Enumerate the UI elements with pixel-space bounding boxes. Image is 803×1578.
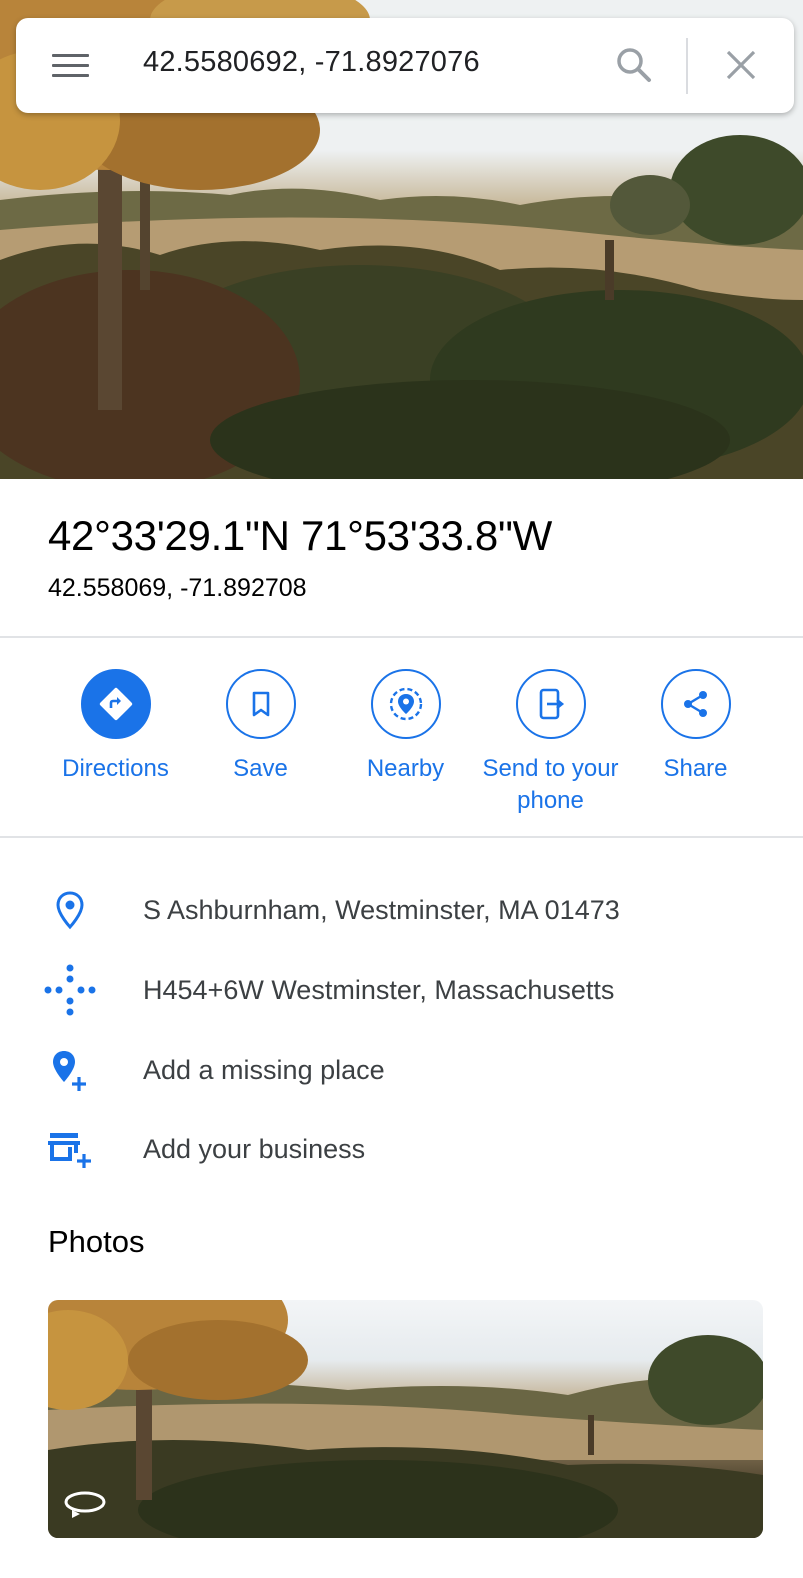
address-text: S Ashburnham, Westminster, MA 01473 <box>143 895 620 925</box>
plus-code-icon <box>44 964 96 1016</box>
nearby-icon <box>370 669 441 739</box>
add-place-icon <box>44 1046 96 1094</box>
add-business-icon <box>44 1125 96 1173</box>
send-to-phone-button[interactable]: Send to your phone <box>478 669 623 817</box>
photos-heading: Photos <box>48 1224 145 1259</box>
plus-code-row[interactable]: H454+6W Westminster, Massachusetts <box>0 960 803 1020</box>
action-label: Directions <box>62 755 169 782</box>
divider <box>0 636 803 638</box>
directions-icon <box>80 669 151 739</box>
add-business-row[interactable]: Add your business <box>0 1119 803 1179</box>
close-icon[interactable] <box>724 48 758 87</box>
panorama-360-icon <box>62 1488 108 1525</box>
nearby-button[interactable]: Nearby <box>333 669 478 785</box>
share-icon <box>660 669 731 739</box>
location-pin-icon <box>44 886 96 934</box>
divider <box>0 836 803 838</box>
add-business-text: Add your business <box>143 1134 366 1164</box>
add-missing-place-row[interactable]: Add a missing place <box>0 1040 803 1100</box>
bookmark-icon <box>225 669 296 739</box>
action-label: Save <box>233 755 288 782</box>
street-view-thumbnail[interactable] <box>48 1300 763 1538</box>
plus-code-text: H454+6W Westminster, Massachusetts <box>143 975 615 1005</box>
address-row[interactable]: S Ashburnham, Westminster, MA 01473 <box>0 880 803 940</box>
place-decimal-coordinates: 42.558069, -71.892708 <box>48 574 307 602</box>
send-to-phone-icon <box>515 669 586 739</box>
search-input[interactable]: 42.5580692, -71.8927076 <box>143 46 480 79</box>
action-label: Send to your phone <box>482 755 619 814</box>
thumbnail-scene <box>48 1300 763 1538</box>
save-button[interactable]: Save <box>188 669 333 785</box>
share-button[interactable]: Share <box>623 669 768 785</box>
place-title: 42°33'29.1"N 71°53'33.8"W <box>48 512 552 559</box>
action-label: Nearby <box>366 755 445 782</box>
add-missing-place-text: Add a missing place <box>143 1055 385 1085</box>
search-icon[interactable] <box>614 45 654 90</box>
directions-button[interactable]: Directions <box>43 669 188 785</box>
search-divider <box>686 38 688 94</box>
menu-icon[interactable] <box>52 50 90 80</box>
action-label: Share <box>663 755 728 782</box>
